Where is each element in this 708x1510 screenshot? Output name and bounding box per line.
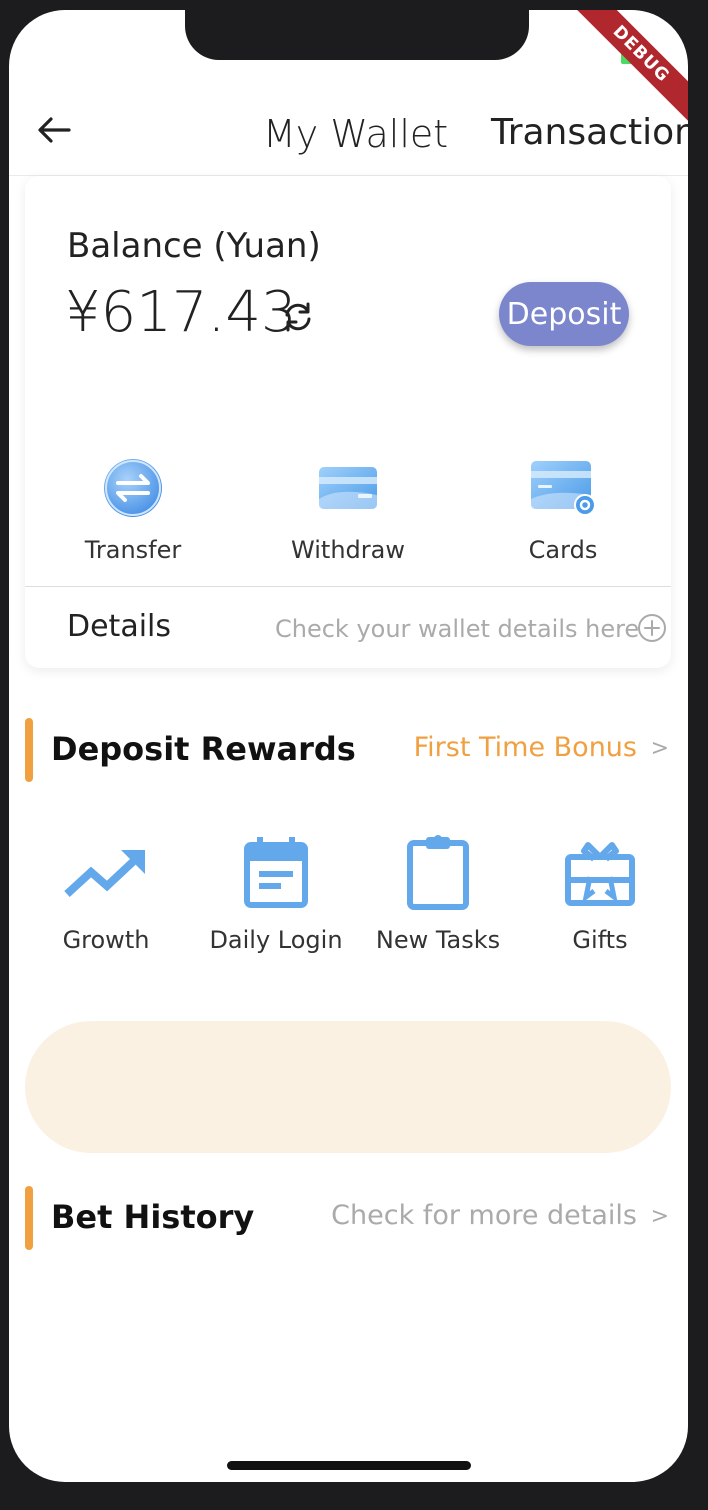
card-icon [319, 467, 377, 509]
reward-gifts[interactable]: Gifts [519, 832, 681, 954]
page-title: My Wallet [263, 112, 449, 156]
deposit-rewards-header: Deposit Rewards First Time Bonus > [25, 718, 671, 782]
deposit-rewards-title: Deposit Rewards [51, 730, 356, 768]
calendar-icon [244, 837, 308, 908]
reward-gifts-label: Gifts [572, 926, 628, 954]
promo-banner[interactable] [25, 1021, 671, 1153]
first-time-bonus-link[interactable]: First Time Bonus [414, 732, 637, 763]
deposit-button[interactable]: Deposit [499, 282, 629, 346]
details-hint: Check your wallet details here [275, 615, 640, 643]
bet-history-title: Bet History [51, 1198, 255, 1236]
wallet-actions: Transfer Withdraw Cards [25, 456, 671, 566]
app-header: My Wallet Transactions [9, 80, 688, 176]
reward-new-tasks-label: New Tasks [375, 926, 501, 954]
back-arrow-icon[interactable] [37, 116, 71, 144]
section-accent-bar [25, 1186, 33, 1250]
wallet-card: Balance (Yuan) ¥617.43 Deposit Transfer … [25, 176, 671, 668]
transfer-button[interactable]: Transfer [33, 456, 233, 564]
cards-label: Cards [528, 536, 598, 564]
gift-icon [565, 842, 635, 906]
trending-up-icon [64, 850, 145, 897]
reward-growth-label: Growth [62, 926, 150, 954]
reward-daily-login[interactable]: Daily Login [195, 832, 357, 954]
transfer-label: Transfer [84, 536, 182, 564]
refresh-icon[interactable] [281, 300, 315, 334]
home-indicator[interactable] [227, 1461, 471, 1470]
transfer-icon [104, 459, 162, 517]
card-settings-icon [531, 461, 596, 516]
rewards-grid: Growth Daily Login New Tasks Gifts [25, 832, 671, 962]
section-accent-bar [25, 718, 33, 782]
bet-history-header: Bet History Check for more details > [25, 1186, 671, 1250]
reward-growth[interactable]: Growth [25, 832, 187, 954]
transactions-link[interactable]: Transactions [491, 112, 688, 153]
plus-circle-icon[interactable] [637, 613, 667, 643]
reward-new-tasks[interactable]: New Tasks [357, 832, 519, 954]
cards-button[interactable]: Cards [463, 456, 663, 564]
withdraw-button[interactable]: Withdraw [248, 456, 448, 564]
chevron-right-icon[interactable]: > [651, 1204, 669, 1229]
withdraw-label: Withdraw [291, 536, 405, 564]
balance-label: Balance (Yuan) [67, 226, 321, 266]
chevron-right-icon[interactable]: > [651, 736, 669, 761]
reward-daily-login-label: Daily Login [209, 926, 343, 954]
bet-history-more-link[interactable]: Check for more details [331, 1200, 637, 1231]
phone-screen: DEBUG My Wallet Transactions Balance (Yu… [9, 10, 688, 1482]
details-label: Details [67, 609, 172, 644]
clipboard-icon [407, 835, 469, 910]
balance-amount: ¥617.43 [65, 280, 297, 345]
details-row[interactable]: Details Check your wallet details here [25, 587, 671, 667]
device-notch [185, 10, 529, 60]
